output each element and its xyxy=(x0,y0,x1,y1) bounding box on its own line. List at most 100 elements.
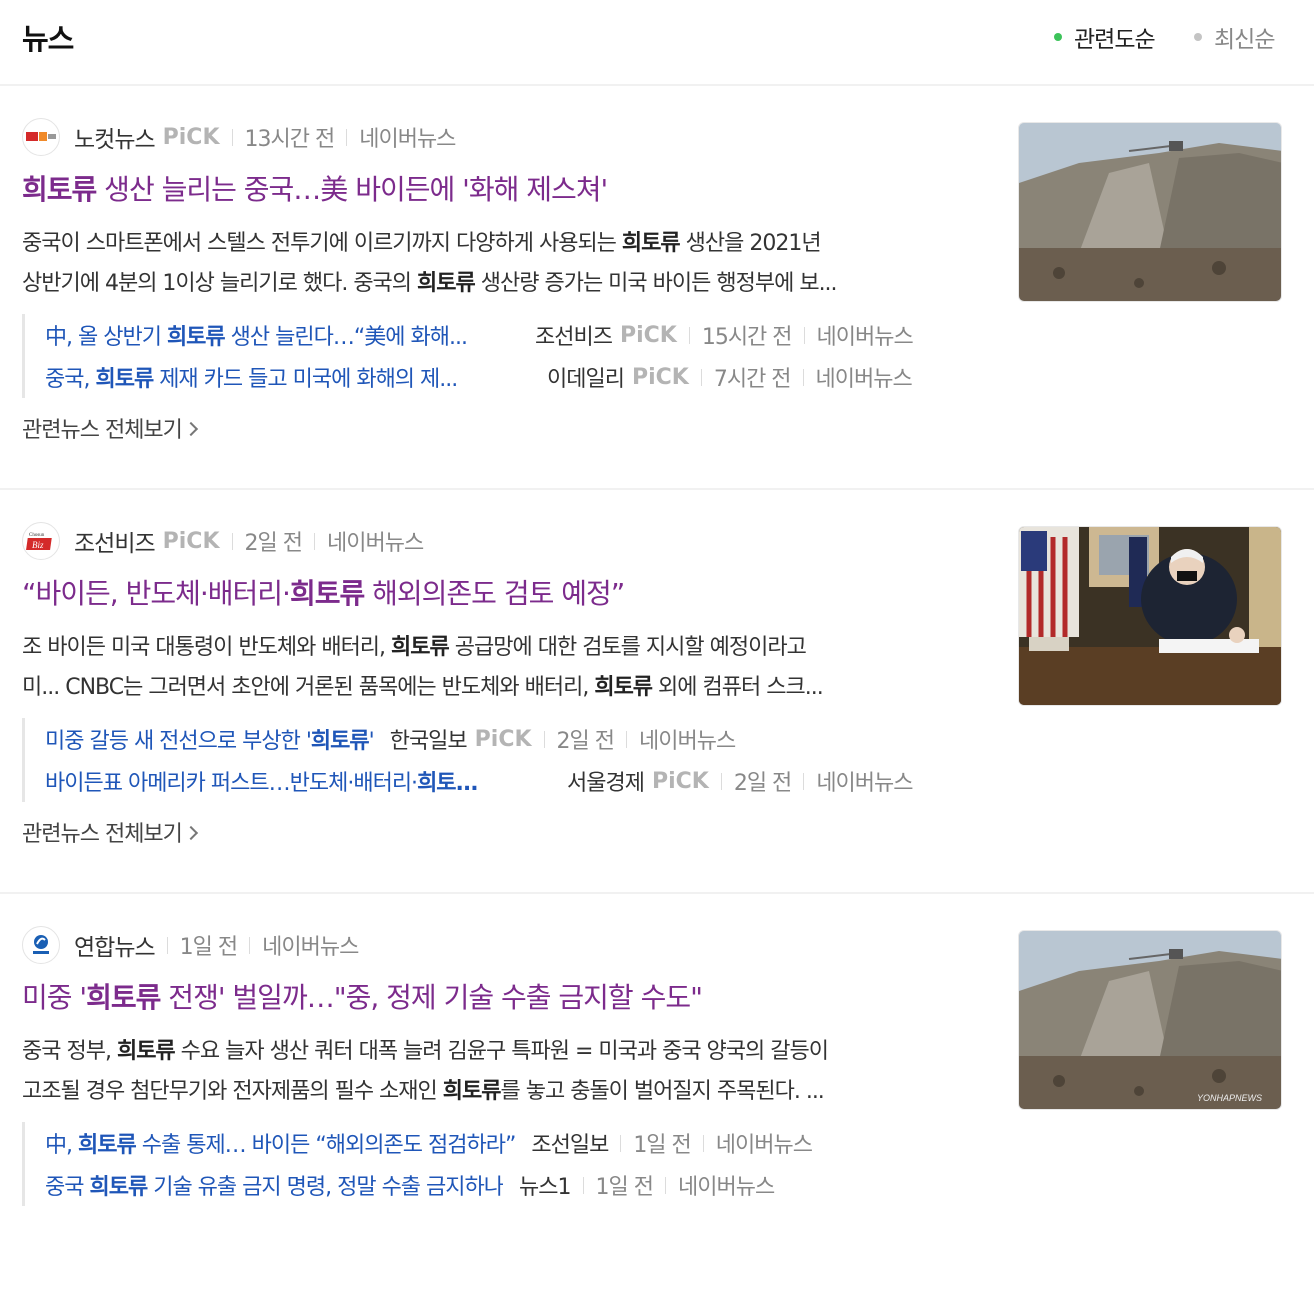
naver-news-link[interactable]: 네이버뉴스 xyxy=(262,929,359,961)
naver-news-link[interactable]: 네이버뉴스 xyxy=(678,1169,775,1201)
related-news-link[interactable]: 미중 갈등 새 전선으로 부상한 '희토류' xyxy=(45,723,374,755)
view-all-related-link[interactable]: 관련뉴스 전체보기 xyxy=(22,412,198,444)
timestamp: 7시간 전 xyxy=(713,367,792,392)
press-name[interactable]: 이데일리 xyxy=(547,361,625,393)
related-news-item: 中, 올 상반기 희토류 생산 늘린다…“美에 화해... 조선비즈 PiCK … xyxy=(45,314,914,356)
related-news-link[interactable]: 중국, 희토류 제재 카드 들고 미국에 화해의 제... xyxy=(45,361,515,393)
pick-badge: PiCK xyxy=(631,364,689,390)
article-title-link[interactable]: “바이든, 반도체·배터리·희토류 해외의존도 검토 예정” xyxy=(22,572,982,612)
news-header: 뉴스 관련도순 최신순 xyxy=(0,0,1314,86)
chosunbiz-logo-icon[interactable]: Chosun Biz xyxy=(22,522,60,560)
news-item: 연합뉴스 1일 전 네이버뉴스 미중 '희토류 전쟁' 벌일까…"중, 정제 기… xyxy=(0,894,1314,1298)
watermark-text: YONHAPNEWS xyxy=(1197,1093,1262,1103)
timestamp: 1일 전 xyxy=(595,1175,654,1200)
timestamp: 1일 전 xyxy=(633,1133,691,1158)
pick-badge: PiCK xyxy=(162,528,220,554)
sort-relevance-label: 관련도순 xyxy=(1074,27,1156,53)
naver-news-link[interactable]: 네이버뉴스 xyxy=(817,319,914,351)
press-name[interactable]: 서울경제 xyxy=(567,765,645,797)
article-description[interactable]: 조 바이든 미국 대통령이 반도체와 배터리, 희토류 공급망에 대한 검토를 … xyxy=(22,628,962,712)
yonhap-logo-icon[interactable] xyxy=(22,926,60,964)
title-keyword: 희토류 xyxy=(22,173,97,206)
view-all-related-link[interactable]: 관련뉴스 전체보기 xyxy=(22,816,198,848)
divider xyxy=(803,326,805,344)
naver-news-link[interactable]: 네이버뉴스 xyxy=(816,361,913,393)
press-name[interactable]: 뉴스1 xyxy=(519,1169,571,1201)
article-description[interactable]: 중국 정부, 희토류 수요 늘자 생산 쿼터 대폭 늘려 김윤구 특파원 = 미… xyxy=(22,1032,962,1116)
chevron-right-icon xyxy=(183,421,198,437)
source-row: Chosun Biz 조선비즈 PiCK 2일 전 네이버뉴스 xyxy=(22,522,424,560)
press-name[interactable]: 연합뉴스 xyxy=(74,928,156,962)
press-name[interactable]: 조선일보 xyxy=(531,1127,609,1159)
sort-latest-label: 최신순 xyxy=(1214,27,1275,53)
related-news-link[interactable]: 中, 희토류 수출 통제… 바이든 “해외의존도 점검하라” xyxy=(45,1127,515,1159)
divider xyxy=(543,730,545,748)
chevron-right-icon xyxy=(183,825,198,841)
divider xyxy=(626,730,628,748)
related-news-link[interactable]: 中, 올 상반기 희토류 생산 늘린다…“美에 화해... xyxy=(45,319,515,351)
article-thumbnail[interactable]: YONHAPNEWS xyxy=(1018,930,1282,1110)
divider xyxy=(700,368,702,386)
related-news-list: 中, 희토류 수출 통제… 바이든 “해외의존도 점검하라” 조선일보 1일 전… xyxy=(22,1122,813,1206)
nocut-logo-icon[interactable] xyxy=(22,118,60,156)
divider xyxy=(346,128,348,146)
naver-news-link[interactable]: 네이버뉴스 xyxy=(639,723,736,755)
svg-text:Chosun: Chosun xyxy=(29,533,45,538)
news-item: 노컷뉴스 PiCK 13시간 전 네이버뉴스 희토류 생산 늘리는 중국…美 바… xyxy=(0,86,1314,490)
sort-latest-button[interactable]: 최신순 xyxy=(1194,20,1275,54)
naver-news-link[interactable]: 네이버뉴스 xyxy=(716,1127,813,1159)
press-name[interactable]: 조선비즈 xyxy=(74,524,156,558)
timestamp: 2일 전 xyxy=(733,771,792,796)
article-thumbnail[interactable] xyxy=(1018,122,1282,302)
related-news-link[interactable]: 바이든표 아메리카 퍼스트…반도체·배터리·희토... xyxy=(45,765,535,797)
divider xyxy=(249,936,251,954)
press-name[interactable]: 한국일보 xyxy=(390,723,468,755)
press-name[interactable]: 조선비즈 xyxy=(535,319,613,351)
divider xyxy=(803,772,805,790)
related-news-list: 미중 갈등 새 전선으로 부상한 '희토류' 한국일보 PiCK 2일 전 네이… xyxy=(22,718,914,802)
view-all-label: 관련뉴스 전체보기 xyxy=(22,822,183,847)
timestamp: 15시간 전 xyxy=(701,325,793,350)
svg-text:Biz: Biz xyxy=(32,540,44,550)
sort-relevance-button[interactable]: 관련도순 xyxy=(1054,20,1156,54)
related-news-link[interactable]: 중국 희토류 기술 유출 금지 명령, 정말 수출 금지하나 xyxy=(45,1169,503,1201)
divider xyxy=(702,1134,704,1152)
active-dot-icon xyxy=(1054,33,1062,41)
title-keyword: 희토류 xyxy=(289,577,365,610)
article-title-link[interactable]: 희토류 생산 늘리는 중국…美 바이든에 '화해 제스쳐' xyxy=(22,168,982,208)
divider xyxy=(231,532,233,550)
divider xyxy=(620,1134,622,1152)
divider xyxy=(313,532,315,550)
article-title-link[interactable]: 미중 '희토류 전쟁' 벌일까…"중, 정제 기술 수출 금지할 수도" xyxy=(22,976,982,1016)
article-description[interactable]: 중국이 스마트폰에서 스텔스 전투기에 이르기까지 다양하게 사용되는 희토류 … xyxy=(22,224,962,308)
title-keyword: 희토류 xyxy=(86,981,161,1014)
divider xyxy=(166,936,168,954)
source-row: 노컷뉴스 PiCK 13시간 전 네이버뉴스 xyxy=(22,118,456,156)
view-all-label: 관련뉴스 전체보기 xyxy=(22,418,183,443)
divider xyxy=(231,128,233,146)
article-thumbnail[interactable] xyxy=(1018,526,1282,706)
naver-news-link[interactable]: 네이버뉴스 xyxy=(359,121,456,153)
section-title: 뉴스 xyxy=(22,22,74,56)
pick-badge: PiCK xyxy=(162,124,220,150)
naver-news-link[interactable]: 네이버뉴스 xyxy=(816,765,913,797)
related-news-item: 中, 희토류 수출 통제… 바이든 “해외의존도 점검하라” 조선일보 1일 전… xyxy=(45,1122,813,1164)
related-news-item: 바이든표 아메리카 퍼스트…반도체·배터리·희토... 서울경제 PiCK 2일… xyxy=(45,760,914,802)
naver-news-link[interactable]: 네이버뉴스 xyxy=(327,525,424,557)
press-name[interactable]: 노컷뉴스 xyxy=(74,120,156,154)
pick-badge: PiCK xyxy=(474,726,532,752)
divider xyxy=(688,326,690,344)
title-text: 생산 늘리는 중국…美 바이든에 '화해 제스쳐' xyxy=(96,173,608,206)
timestamp: 13시간 전 xyxy=(244,127,336,152)
divider xyxy=(802,368,804,386)
timestamp: 1일 전 xyxy=(179,935,238,960)
source-row: 연합뉴스 1일 전 네이버뉴스 xyxy=(22,926,359,964)
related-news-item: 중국 희토류 기술 유출 금지 명령, 정말 수출 금지하나 뉴스1 1일 전 … xyxy=(45,1164,812,1206)
divider xyxy=(720,772,722,790)
timestamp: 2일 전 xyxy=(556,729,615,754)
pick-badge: PiCK xyxy=(619,322,677,348)
related-news-item: 미중 갈등 새 전선으로 부상한 '희토류' 한국일보 PiCK 2일 전 네이… xyxy=(45,718,913,760)
divider xyxy=(582,1176,584,1194)
timestamp: 2일 전 xyxy=(244,531,303,556)
pick-badge: PiCK xyxy=(651,768,709,794)
